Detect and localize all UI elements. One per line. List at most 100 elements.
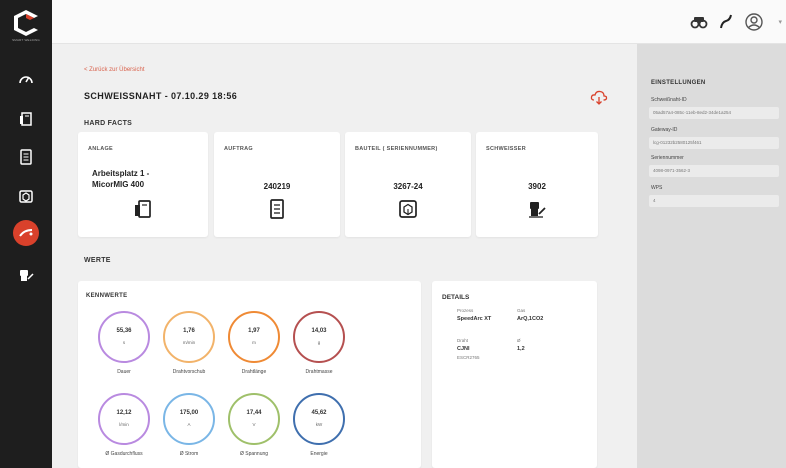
gauge-unit: g bbox=[317, 340, 321, 345]
kennwerte-panel: KENNWERTE 55,36 s Dauer 1,76 m/min Drahtvorsc… bbox=[78, 281, 421, 468]
gauge-unit: A bbox=[187, 422, 191, 427]
kennwert-gauge: 45,62 kW Energie bbox=[293, 393, 345, 457]
card-label: ANLAGE bbox=[88, 146, 114, 152]
gauge-label: Drahtmasse bbox=[305, 369, 333, 375]
gauge-ring bbox=[228, 311, 280, 363]
package-icon bbox=[19, 190, 33, 203]
gauge-ring bbox=[163, 393, 215, 445]
kennwert-gauge: 1,76 m/min Drahtvorschub bbox=[163, 311, 215, 375]
sidebar-item-schweisser[interactable] bbox=[15, 264, 37, 286]
card-auftrag[interactable]: AUFTRAG 240219 bbox=[214, 132, 340, 237]
sidebar-item-anlagen[interactable] bbox=[15, 108, 37, 130]
binoculars-icon bbox=[690, 17, 708, 29]
welder-icon bbox=[526, 198, 548, 220]
gauge-unit: kW bbox=[315, 422, 323, 427]
gauge-value: 14,03 bbox=[311, 328, 327, 334]
card-anlage[interactable]: ANLAGE Arbeitsplatz 1 - MicorMIG 400 bbox=[78, 132, 208, 237]
gauge-unit: m bbox=[252, 340, 256, 345]
gauge-value: 45,62 bbox=[311, 410, 327, 416]
details-title: DETAILS bbox=[442, 294, 470, 301]
werte-heading: WERTE bbox=[84, 257, 111, 264]
user-icon bbox=[745, 13, 763, 31]
logo-mark-icon bbox=[14, 10, 38, 36]
kennwert-gauge: 1,97 m Drahtlänge bbox=[228, 311, 280, 375]
gauge-ring bbox=[293, 311, 345, 363]
gauge-icon bbox=[19, 76, 33, 84]
back-link[interactable]: < Zurück zur Übersicht bbox=[84, 67, 145, 73]
torch-icon bbox=[720, 14, 732, 29]
gas-label: Gas bbox=[517, 308, 526, 313]
field-label: Schweißnaht-ID bbox=[651, 97, 687, 103]
cloud-icon bbox=[590, 90, 608, 105]
page-title: SCHWEISSNAHT - 07.10.29 18:56 bbox=[84, 91, 238, 101]
sidebar: SMART WELDING bbox=[0, 0, 52, 468]
gas-value: ArQ,1CO2 bbox=[517, 316, 544, 322]
gauge-ring bbox=[98, 311, 150, 363]
wps-field[interactable]: 4 bbox=[649, 195, 779, 207]
kennwert-gauge: 12,12 l/min Ø Gasdurchfluss bbox=[98, 393, 150, 457]
package-icon bbox=[397, 198, 419, 220]
durchmesser-value: 1,2 bbox=[517, 346, 525, 352]
kennwerte-title: KENNWERTE bbox=[86, 293, 128, 299]
kennwert-gauge: 175,00 A Ø Strom bbox=[163, 393, 215, 457]
machine-icon bbox=[132, 198, 154, 220]
gauge-value: 1,76 bbox=[183, 328, 195, 334]
card-schweisser[interactable]: SCHWEISSER 3902 bbox=[476, 132, 598, 237]
draht-label: Draht bbox=[457, 338, 469, 343]
card-value: 3902 bbox=[528, 182, 546, 191]
field-label: Seriennummer bbox=[651, 155, 684, 161]
cloud-upload-button[interactable] bbox=[590, 89, 608, 105]
sidebar-item-schweissnaehte[interactable] bbox=[13, 220, 39, 246]
gauge-ring bbox=[163, 311, 215, 363]
seriennummer-field[interactable]: 4098-0971-3562-3 bbox=[649, 165, 779, 177]
card-bauteil[interactable]: BAUTEIL ( SERIENNUMMER) 3267-24 bbox=[345, 132, 471, 237]
gauge-value: 55,36 bbox=[116, 328, 132, 334]
gauge-value: 12,12 bbox=[116, 410, 132, 416]
settings-panel: EINSTELLUNGEN Schweißnaht-ID 05ad57a4-08… bbox=[637, 44, 786, 468]
card-label: SCHWEISSER bbox=[486, 146, 526, 152]
card-label: AUFTRAG bbox=[224, 146, 253, 152]
user-menu-button[interactable] bbox=[744, 12, 764, 32]
gauge-unit: m/min bbox=[182, 340, 196, 345]
prozess-value: SpeedArc XT bbox=[457, 316, 492, 322]
details-panel: DETAILS Prozess SpeedArc XT Gas ArQ,1CO2… bbox=[432, 281, 597, 468]
card-value-line1: Arbeitsplatz 1 - bbox=[92, 169, 150, 178]
document-icon bbox=[20, 149, 32, 165]
welder-icon bbox=[20, 270, 34, 281]
card-label: BAUTEIL ( SERIENNUMMER) bbox=[355, 146, 438, 152]
machine-icon bbox=[20, 112, 32, 126]
gauge-ring bbox=[98, 393, 150, 445]
document-icon bbox=[266, 198, 288, 220]
kennwert-gauge: 17,44 V Ø Spannung bbox=[228, 393, 280, 457]
sidebar-item-bauteile[interactable] bbox=[15, 185, 37, 207]
top-bar: ▾ bbox=[52, 0, 786, 44]
gauge-label: Energie bbox=[310, 451, 328, 457]
sidebar-item-auftraege[interactable] bbox=[15, 146, 37, 168]
gauge-value: 17,44 bbox=[246, 410, 262, 416]
brand-logo[interactable]: SMART WELDING bbox=[10, 8, 42, 42]
draht-value: CJNI bbox=[457, 346, 470, 352]
chevron-down-icon[interactable]: ▾ bbox=[778, 18, 782, 26]
gauge-unit: s bbox=[122, 340, 126, 345]
card-value: 3267-24 bbox=[393, 182, 423, 191]
binoculars-button[interactable] bbox=[689, 12, 709, 32]
gauge-ring bbox=[228, 393, 280, 445]
gauge-value: 175,00 bbox=[179, 410, 199, 416]
gauge-unit: l/min bbox=[119, 422, 129, 427]
kennwert-gauge: 14,03 g Drahtmasse bbox=[293, 311, 345, 375]
gateway-id-field[interactable]: lcg-01232b2580125f461 bbox=[649, 137, 779, 149]
durchmesser-label: Ø bbox=[517, 338, 521, 343]
weld-torch-icon bbox=[19, 229, 33, 237]
settings-title: EINSTELLUNGEN bbox=[651, 80, 706, 86]
logo-text: SMART WELDING bbox=[12, 38, 40, 42]
hard-facts-heading: HARD FACTS bbox=[84, 120, 133, 127]
field-label: WPS bbox=[651, 185, 663, 191]
field-label: Gateway-ID bbox=[651, 127, 678, 133]
card-value: 240219 bbox=[263, 182, 291, 191]
kennwert-gauge: 55,36 s Dauer bbox=[98, 311, 150, 375]
sidebar-item-dashboard[interactable] bbox=[15, 68, 37, 90]
torch-button[interactable] bbox=[716, 12, 736, 32]
gauge-value: 1,97 bbox=[248, 328, 260, 334]
schweissnaht-id-field[interactable]: 05ad57a4-085c-11eb-8ed2-34de1a254 bbox=[649, 107, 779, 119]
draht-spec: ESCR2765 bbox=[457, 355, 480, 360]
